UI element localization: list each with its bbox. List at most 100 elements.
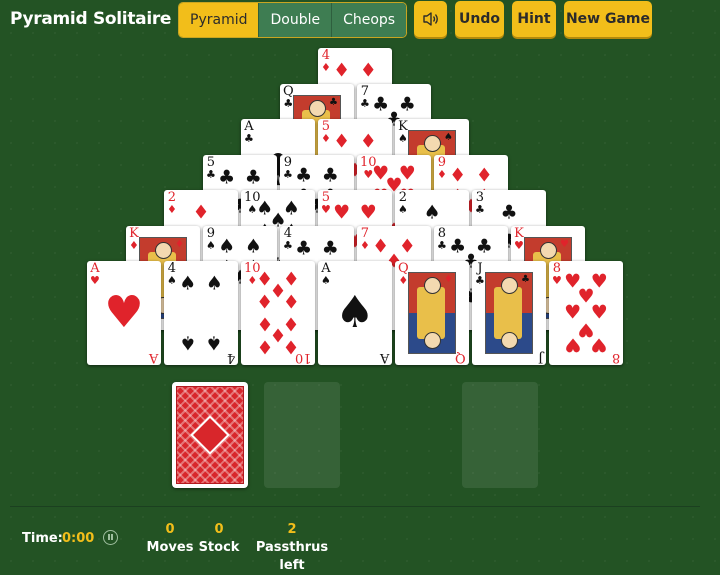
card-suit: ♦ (167, 203, 177, 216)
card-corner-index-bottom: 8 (611, 350, 620, 365)
card-corner-index: A ♣ (244, 120, 254, 144)
pause-icon[interactable] (103, 530, 118, 545)
mode-cheops-button[interactable]: Cheops (331, 3, 407, 37)
face-card-suit: ♦ (444, 274, 453, 285)
card-suit: ♣ (206, 168, 216, 181)
divider (10, 506, 700, 507)
moves-value: 0 (165, 522, 175, 537)
card-pip: ♦ (256, 291, 274, 314)
card-pip: ♣ (218, 166, 236, 189)
time-label: Time: (22, 531, 63, 546)
card-pip: ♠ (244, 235, 262, 258)
card-corner-index: 2 ♠ (398, 191, 408, 215)
passthrus-stat: 2 Passthrus left (243, 521, 341, 573)
card-corner-index-bottom: Q (455, 350, 466, 365)
card-corner-index: A ♥ (90, 262, 100, 286)
mode-double-button[interactable]: Double (258, 3, 332, 37)
stock-label: Stock (198, 540, 240, 555)
time-value: 0:00 (62, 531, 95, 546)
card-pip: ♣ (321, 164, 339, 187)
card-suit: ♦ (437, 168, 447, 181)
foundation-slot[interactable] (462, 382, 538, 488)
card-suit: ♠ (167, 274, 177, 287)
card-pip: ♣ (244, 166, 262, 189)
card-corner-index: 9 ♠ (206, 227, 216, 251)
card-suit: ♣ (475, 203, 485, 216)
card-pip: ♠ (205, 331, 223, 354)
passthrus-value: 2 (287, 522, 297, 537)
card-pip: ♣ (295, 237, 313, 260)
card-suit: ♣ (283, 168, 293, 181)
card-corner-index: 4 ♣ (283, 227, 293, 251)
card-queen-of-diamonds[interactable]: Q ♦ Q ♦ (395, 261, 469, 365)
card-suit: ♠ (398, 203, 408, 216)
card-pip: ♦ (282, 291, 300, 314)
card-pip: ♦ (359, 130, 377, 153)
card-suit: ♣ (283, 239, 293, 252)
card-pip: ♥ (564, 333, 582, 356)
card-center-suit: ♠ (335, 287, 375, 338)
card-pip: ♥ (333, 201, 351, 224)
card-pip: ♦ (192, 201, 210, 224)
card-corner-index: 9 ♣ (283, 156, 293, 180)
card-back-pattern (176, 386, 244, 484)
mode-selector: Pyramid Double Cheops (178, 2, 408, 38)
card-suit: ♠ (398, 132, 408, 145)
face-card-art: ♦ (408, 272, 456, 354)
card-8-of-hearts[interactable]: 8 ♥ 8 ♥ ♥ ♥ ♥ ♥ ♥ ♥ ♥ (549, 261, 623, 365)
card-4-of-spades[interactable]: 4 ♠ 4 ♠ ♠ ♠ ♠ (164, 261, 238, 365)
mode-pyramid-button[interactable]: Pyramid (179, 3, 259, 37)
card-pip: ♠ (179, 272, 197, 295)
sound-button[interactable] (414, 1, 447, 37)
passthrus-label: Passthrus left (255, 540, 329, 573)
undo-button[interactable]: Undo (455, 1, 504, 37)
stock-stat: 0 Stock (196, 521, 242, 557)
card-back-medallion (190, 415, 230, 455)
card-pip: ♠ (423, 201, 441, 224)
card-corner-index: 7 ♣ (360, 85, 370, 109)
card-corner-index: 4 ♦ (321, 49, 331, 73)
waste-pile-slot[interactable] (264, 382, 340, 488)
new-game-button[interactable]: New Game (564, 1, 652, 37)
face-card-art: ♣ (485, 272, 533, 354)
card-corner-index: K ♦ (129, 227, 139, 251)
card-suit: ♥ (321, 203, 331, 216)
card-pip: ♦ (359, 59, 377, 82)
card-ace-of-hearts[interactable]: A ♥ A ♥ (87, 261, 161, 365)
card-pip: ♥ (359, 201, 377, 224)
card-pip: ♠ (179, 331, 197, 354)
moves-stat: 0 Moves (145, 521, 195, 557)
card-suit: ♦ (129, 239, 139, 252)
face-card-suit: ♣ (329, 97, 338, 108)
card-corner-index: 7 ♦ (360, 227, 370, 251)
card-jack-of-clubs[interactable]: J ♣ J ♣ (472, 261, 546, 365)
stock-value: 0 (214, 522, 224, 537)
card-pip: ♣ (295, 164, 313, 187)
card-corner-index: 5 ♥ (321, 191, 331, 215)
card-10-of-diamonds[interactable]: 10 ♦ 10 ♦ ♦ ♦ ♦ ♦ ♦ ♦ ♦ ♦ ♦ (241, 261, 315, 365)
card-suit: ♥ (552, 274, 562, 287)
card-corner-index-bottom: 4 (226, 350, 235, 365)
card-corner-index: K ♥ (514, 227, 524, 251)
card-suit: ♠ (321, 274, 331, 287)
card-corner-index: 5 ♦ (321, 120, 331, 144)
card-pip: ♠ (218, 235, 236, 258)
hint-button[interactable]: Hint (512, 1, 556, 37)
card-pip: ♦ (333, 130, 351, 153)
card-suit: ♥ (514, 239, 524, 252)
face-card-suit: ♥ (560, 239, 569, 250)
card-corner-index: 2 ♦ (167, 191, 177, 215)
card-center-suit: ♥ (104, 287, 144, 338)
card-suit: ♣ (360, 97, 370, 110)
speaker-icon (422, 12, 438, 26)
card-suit: ♣ (437, 239, 447, 252)
card-suit: ♣ (244, 132, 254, 145)
card-suit: ♦ (321, 132, 331, 145)
card-suit: ♠ (206, 239, 216, 252)
stock-pile[interactable] (172, 382, 248, 488)
card-corner-index: 8 ♣ (437, 227, 447, 251)
face-card-suit: ♣ (521, 274, 530, 285)
card-ace-of-spades[interactable]: A ♠ A ♠ (318, 261, 392, 365)
face-card-suit: ♠ (444, 132, 453, 143)
card-pip: ♦ (475, 164, 493, 187)
